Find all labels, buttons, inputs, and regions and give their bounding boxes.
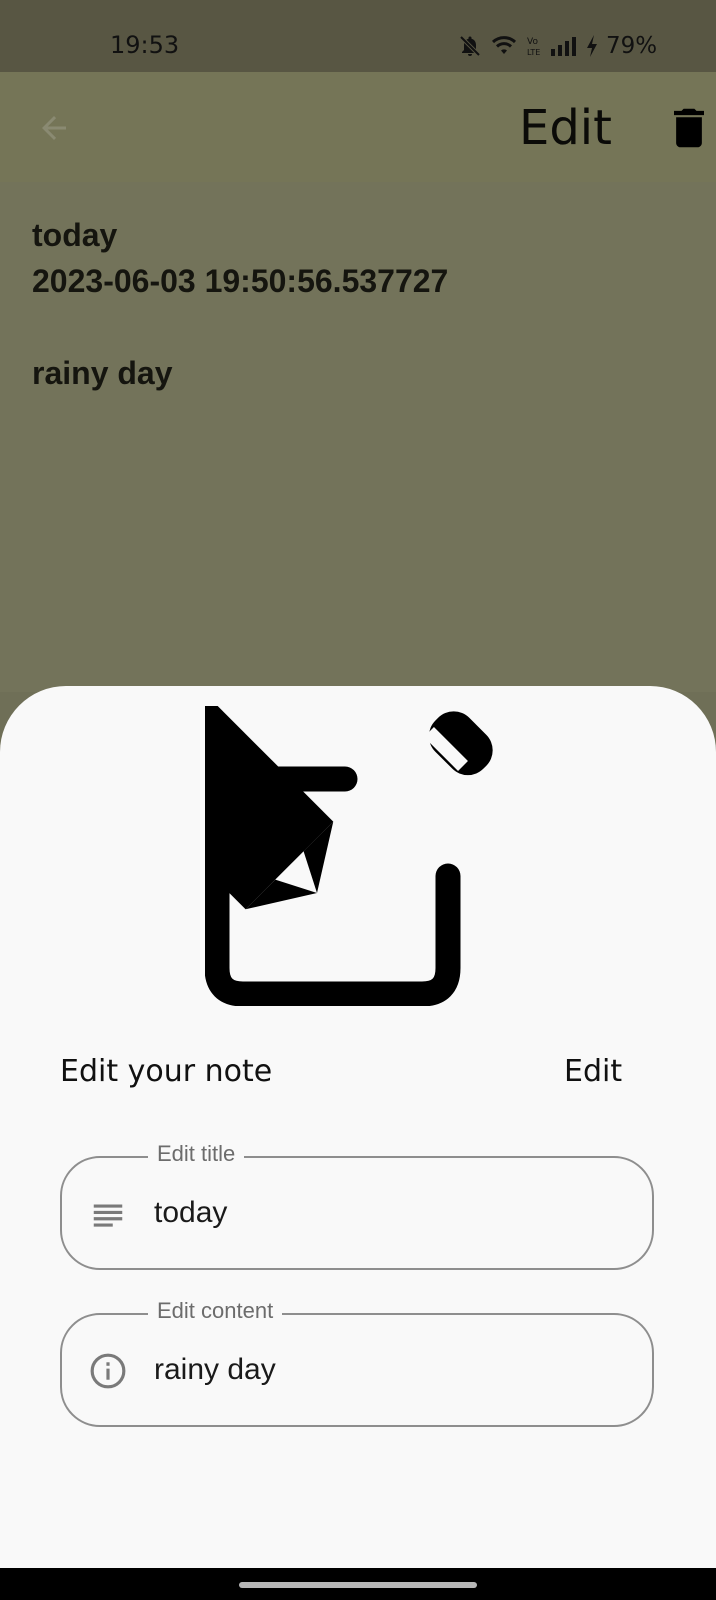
app-bar: Edit — [0, 72, 716, 182]
charging-icon — [587, 35, 597, 57]
page-title: Edit — [519, 100, 612, 156]
signal-icon — [551, 37, 576, 56]
edit-title-field[interactable]: Edit title — [60, 1141, 654, 1270]
edit-note-icon — [205, 706, 493, 1006]
home-gesture-handle[interactable] — [239, 1582, 477, 1588]
edit-title-label: Edit title — [148, 1141, 245, 1167]
battery-level: 79% — [606, 33, 658, 59]
note-title: today — [32, 217, 118, 253]
note-view: today 2023-06-03 19:50:56.537727 rainy d… — [0, 182, 716, 692]
info-icon — [90, 1353, 126, 1389]
delete-icon[interactable] — [674, 108, 704, 148]
wifi-icon — [491, 36, 517, 54]
notes-icon — [93, 1204, 123, 1227]
edit-content-label: Edit content — [148, 1298, 283, 1324]
svg-text:LTE: LTE — [527, 48, 540, 57]
volte-icon: Vo LTE — [527, 37, 540, 57]
sheet-title: Edit your note — [60, 1054, 273, 1089]
status-bar: 19:53 Vo LTE 79% — [0, 0, 716, 72]
arrow-back-icon[interactable] — [36, 110, 72, 146]
svg-text:Vo: Vo — [527, 37, 538, 47]
edit-title-input[interactable] — [154, 1196, 614, 1230]
navigation-bar — [0, 1568, 716, 1600]
note-details: today 2023-06-03 19:50:56.537727 rainy d… — [32, 212, 448, 396]
edit-content-field[interactable]: Edit content — [60, 1298, 654, 1427]
status-icons: Vo LTE 79% — [458, 31, 657, 61]
edit-bottom-sheet: Edit your note Edit Edit title Edit cont… — [0, 686, 716, 1568]
note-content: rainy day — [32, 355, 173, 391]
edit-button[interactable]: Edit — [564, 1054, 622, 1089]
bell-off-icon — [459, 35, 481, 57]
status-time: 19:53 — [110, 31, 180, 59]
note-timestamp: 2023-06-03 19:50:56.537727 — [32, 263, 449, 299]
edit-content-input[interactable] — [154, 1353, 614, 1387]
